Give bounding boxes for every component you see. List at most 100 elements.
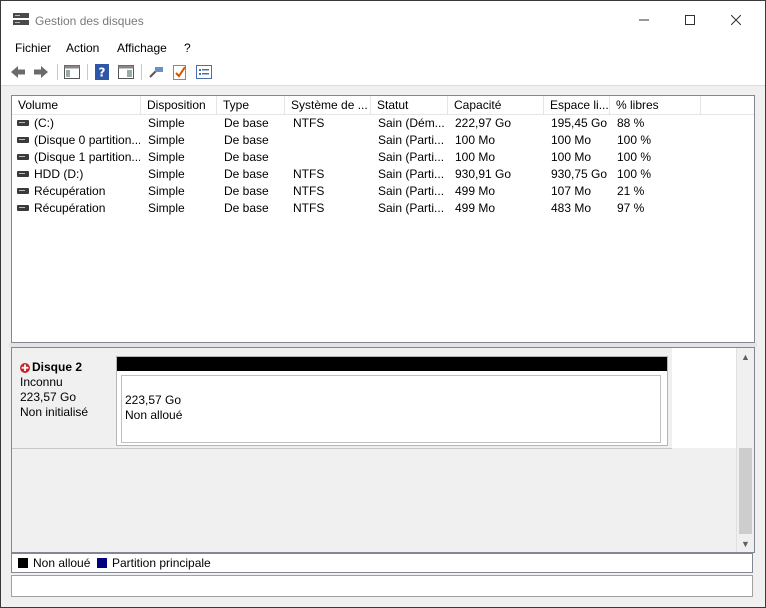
table-row[interactable]: HDD (D:) Simple De base NTFS Sain (Parti... 9…	[12, 166, 754, 183]
disk-row[interactable]: ✚ Disque 2 Inconnu 223,57 Go Non initiali…	[12, 348, 672, 449]
disk-management-window: Gestion des disques Fichier Action Affic…	[0, 0, 766, 608]
list-header: Volume Disposition Type Système de ... S…	[12, 96, 754, 115]
cell-status: Sain (Parti...	[378, 201, 445, 215]
cell-free-space: 100 Mo	[551, 133, 592, 147]
minimize-button[interactable]	[621, 1, 667, 39]
cell-capacity: 930,91 Go	[455, 167, 512, 181]
cell-filesystem: NTFS	[293, 184, 325, 198]
partition-status: Non alloué	[125, 408, 183, 422]
back-button[interactable]	[9, 63, 27, 81]
cell-disposition: Simple	[148, 167, 185, 181]
cell-filesystem: NTFS	[293, 116, 325, 130]
volume-icon	[17, 205, 29, 211]
table-row[interactable]: Récupération Simple De base NTFS Sain (Parti…	[12, 183, 754, 200]
cell-disposition: Simple	[148, 201, 185, 215]
graph-empty-area	[12, 448, 736, 552]
cell-disposition: Simple	[148, 184, 185, 198]
maximize-button[interactable]	[667, 1, 713, 39]
chevron-down-icon: ▼	[741, 538, 750, 549]
properties-button[interactable]	[117, 63, 135, 81]
disk-status: Non initialisé	[20, 405, 89, 419]
cell-filesystem: NTFS	[293, 167, 325, 181]
cell-free-space: 195,45 Go	[551, 116, 608, 130]
scroll-down-button[interactable]: ▼	[737, 535, 754, 552]
table-row[interactable]: (C:) Simple De base NTFS Sain (Dém... 222,97 …	[12, 115, 754, 132]
table-row[interactable]: (Disque 0 partition... Simple De base Sain …	[12, 132, 754, 149]
cell-capacity: 222,97 Go	[455, 116, 512, 130]
volume-icon	[17, 154, 29, 160]
volume-icon	[17, 137, 29, 143]
scroll-thumb[interactable]	[739, 448, 752, 534]
partition-color-bar	[117, 357, 667, 371]
checklist-icon	[173, 65, 186, 80]
disk-management-app-icon	[13, 13, 29, 25]
column-header-filesystem[interactable]: Système de ...	[285, 96, 371, 114]
toolbar-separator	[57, 64, 58, 80]
cell-capacity: 100 Mo	[455, 150, 496, 164]
cell-filesystem	[293, 149, 375, 166]
cell-volume: (C:)	[34, 116, 54, 130]
table-row[interactable]: Récupération Simple De base NTFS Sain (Parti…	[12, 200, 754, 217]
cell-volume: Récupération	[34, 184, 106, 198]
cell-disposition: Simple	[148, 133, 185, 147]
scroll-up-button[interactable]: ▲	[737, 348, 754, 365]
column-header-volume[interactable]: Volume	[12, 96, 141, 114]
cell-free-space: 930,75 Go	[551, 167, 608, 181]
cell-type: De base	[224, 133, 269, 147]
cell-type: De base	[224, 184, 269, 198]
vertical-scrollbar[interactable]: ▲ ▼	[736, 348, 754, 552]
cell-volume: HDD (D:)	[34, 167, 84, 181]
connect-button[interactable]	[147, 63, 165, 81]
checklist-button[interactable]	[171, 63, 189, 81]
column-header-free-space[interactable]: Espace li...	[544, 96, 610, 114]
help-icon: ?	[95, 64, 109, 80]
forward-button[interactable]	[32, 63, 50, 81]
partition-body[interactable]: 223,57 Go Non alloué	[121, 375, 661, 443]
unallocated-partition[interactable]: 223,57 Go Non alloué	[116, 356, 668, 446]
column-header-capacity[interactable]: Capacité	[448, 96, 544, 114]
cell-capacity: 499 Mo	[455, 184, 496, 198]
table-row[interactable]: (Disque 1 partition... Simple De base Sain …	[12, 149, 754, 166]
column-header-status[interactable]: Statut	[371, 96, 448, 114]
window-title: Gestion des disques	[35, 14, 144, 28]
menu-action[interactable]: Action	[66, 41, 99, 55]
cell-status: Sain (Dém...	[378, 116, 445, 130]
column-header-type[interactable]: Type	[217, 96, 285, 114]
cell-status: Sain (Parti...	[378, 133, 445, 147]
disk-info[interactable]: ✚ Disque 2 Inconnu 223,57 Go Non initiali…	[20, 360, 88, 420]
column-header-percent-free[interactable]: % libres	[610, 96, 701, 114]
toolbar-separator	[141, 64, 142, 80]
title-bar[interactable]: Gestion des disques	[1, 1, 765, 39]
forward-arrow-icon	[34, 66, 48, 78]
cell-capacity: 100 Mo	[455, 133, 496, 147]
back-arrow-icon	[11, 66, 25, 78]
legend-label-unallocated: Non alloué	[33, 556, 91, 570]
cell-disposition: Simple	[148, 116, 185, 130]
legend-label-primary-partition: Partition principale	[112, 556, 211, 570]
disk-size: 223,57 Go	[20, 390, 77, 404]
help-button[interactable]: ?	[93, 63, 111, 81]
cell-status: Sain (Parti...	[378, 150, 445, 164]
cell-free-space: 100 Mo	[551, 150, 592, 164]
cell-percent-free: 100 %	[617, 150, 652, 164]
volume-icon	[17, 171, 29, 177]
disk-graphical-view: ✚ Disque 2 Inconnu 223,57 Go Non initiali…	[11, 347, 755, 553]
maximize-icon	[685, 15, 695, 25]
volume-list[interactable]: Volume Disposition Type Système de ... S…	[11, 95, 755, 343]
console-tree-button[interactable]	[63, 63, 81, 81]
legend-swatch-primary-partition	[97, 558, 107, 568]
status-bar	[11, 575, 753, 597]
cell-capacity: 499 Mo	[455, 201, 496, 215]
menu-fichier[interactable]: Fichier	[15, 41, 51, 55]
menu-affichage[interactable]: Affichage	[117, 41, 167, 55]
cell-volume: (Disque 0 partition...	[34, 133, 140, 147]
disk-name: Disque 2	[32, 360, 83, 374]
view-list-button[interactable]	[195, 63, 213, 81]
column-header-disposition[interactable]: Disposition	[141, 96, 217, 114]
properties-icon	[118, 65, 134, 79]
chevron-up-icon: ▲	[741, 351, 750, 362]
menu-help[interactable]: ?	[184, 41, 191, 55]
cell-volume: Récupération	[34, 201, 106, 215]
minimize-icon	[639, 19, 649, 21]
close-button[interactable]	[713, 1, 759, 39]
